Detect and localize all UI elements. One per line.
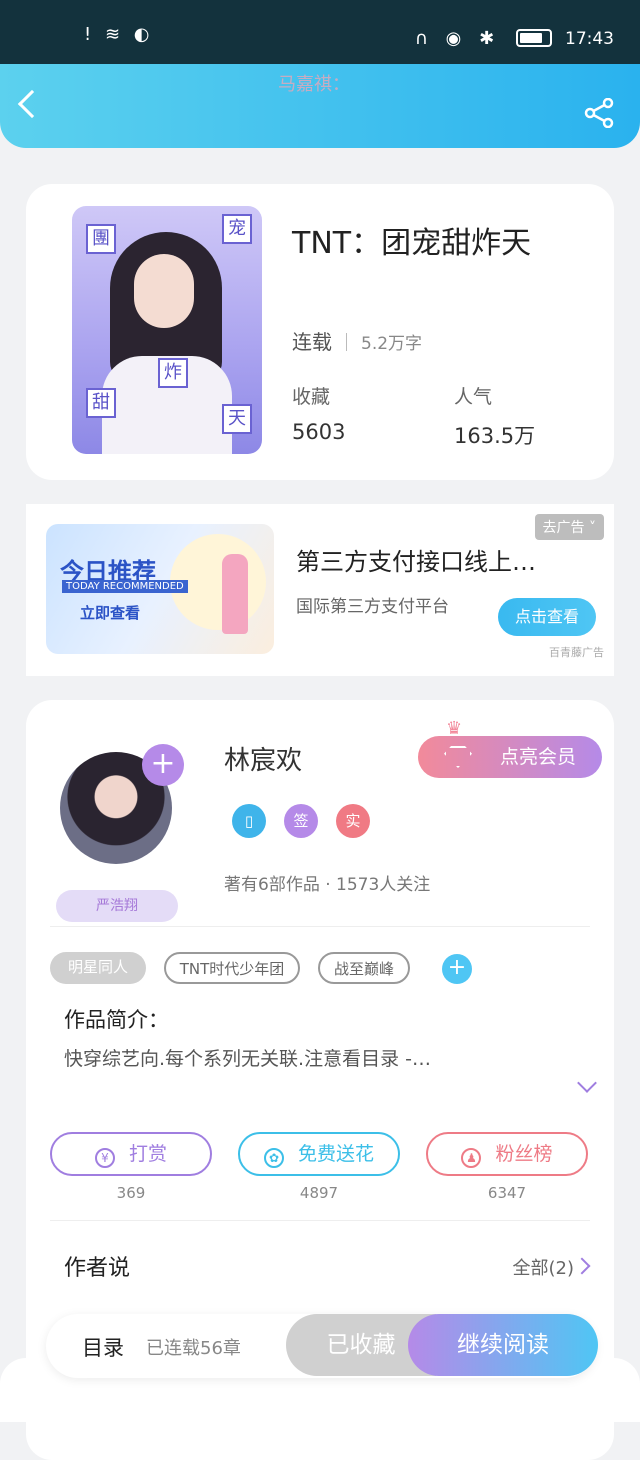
author-name[interactable]: 林宸欢 [224,740,302,777]
yen-icon: ¥ [94,1148,115,1168]
serial-status: 连载 [292,330,332,354]
author-works-info: 著有6部作品 · 1573人关注 [224,875,431,895]
ad-image[interactable]: 今日推荐 TODAY RECOMMENDED 立即查看 [46,524,274,654]
status-left-icons: ! ≋ ◐ [84,24,154,45]
tag-chip[interactable]: 明星同人 [50,952,146,984]
cover-tile: 宠 [222,214,252,244]
signed-badge: 签 [284,804,318,838]
ad-image-figure [222,554,248,634]
chevron-right-icon[interactable] [573,1257,591,1275]
ad-description: 国际第三方支付平台 [296,597,449,617]
book-cover[interactable]: 團 宠 甜 炸 天 [72,206,262,454]
fan-badge: 严浩翔 [56,890,178,922]
follow-plus-button[interactable]: + [142,744,184,786]
status-time: 17:43 [565,29,614,49]
remove-ad-button[interactable]: 去广告 ˅ [534,514,604,540]
divider [50,926,590,927]
nav-title: 马嘉祺： [278,74,350,95]
back-icon[interactable] [17,89,47,119]
ad-image-subtitle: TODAY RECOMMENDED [62,580,188,593]
author-says-all-link[interactable]: 全部(2) [513,1254,575,1280]
ad-title: 第三方支付接口线上… [296,548,536,576]
vip-button[interactable]: 点亮会员 [418,736,602,778]
ad-source: 百青藤广告 [549,646,604,659]
tip-count: 369 [116,1184,146,1202]
intro-heading: 作品简介： [64,1008,169,1032]
expand-chevron-icon[interactable] [577,1073,597,1093]
status-right-icons: ∩ ◉ ✱ [414,28,501,49]
popularity-value: 163.5万 [454,424,536,448]
tag-chip[interactable]: 战至巅峰 [318,952,410,984]
word-count: 5.2万字 [361,334,423,354]
cover-tile: 團 [86,224,116,254]
top-nav-bar: 马嘉祺： [0,64,640,148]
verified-badge: 实 [336,804,370,838]
cover-tile: 甜 [86,388,116,418]
add-tag-button[interactable]: + [442,954,472,984]
toc-button[interactable]: 目录 [82,1332,124,1362]
book-title: TNT：团宠甜炸天 [292,226,532,261]
popularity-label: 人气 [454,386,493,408]
cover-tile: 炸 [158,358,188,388]
intro-text: 快穿综艺向.每个系列无关联.注意看目录 -… [64,1048,431,1070]
divider [346,333,347,351]
flower-label: 免费送花 [297,1143,374,1165]
fan-rank-button[interactable]: ♟ 粉丝榜 [426,1132,588,1176]
user-heart-icon: ♟ [461,1148,482,1168]
tip-label: 打赏 [128,1143,167,1165]
favorites-label: 收藏 [292,386,331,408]
fan-rank-count: 6347 [487,1184,527,1202]
ad-banner[interactable]: 今日推荐 TODAY RECOMMENDED 立即查看 去广告 ˅ 第三方支付接… [26,504,614,676]
status-bar: ! ≋ ◐ ∩ ◉ ✱ 17:43 [0,0,640,64]
fan-rank-label: 粉丝榜 [495,1143,553,1165]
status-right: ∩ ◉ ✱ 17:43 [415,28,614,49]
chapter-count: 已连载56章 [146,1338,241,1359]
diamond-icon [444,746,472,768]
bottom-action-bar: 目录 已连载56章 已收藏 继续阅读 [46,1314,598,1378]
book-status-row: 连载 5.2万字 [292,326,422,355]
battery-icon [515,29,552,47]
cover-tile: 天 [222,404,252,434]
author-says-heading: 作者说 [64,1256,131,1281]
ad-image-cta: 立即查看 [80,604,141,622]
favorites-value: 5603 [292,420,346,444]
phone-badge-icon: ▯ [232,804,266,838]
vip-button-label: 点亮会员 [499,746,576,768]
cover-face [134,254,194,328]
send-flower-button[interactable]: ✿ 免费送花 [238,1132,400,1176]
tip-button[interactable]: ¥ 打赏 [50,1132,212,1176]
flower-icon: ✿ [263,1148,284,1168]
continue-reading-button[interactable]: 继续阅读 [408,1314,598,1376]
flower-count: 4897 [299,1184,339,1202]
book-info-card: 團 宠 甜 炸 天 TNT：团宠甜炸天 连载 5.2万字 收藏 5603 人气 1… [26,184,614,480]
divider [50,1220,590,1221]
share-icon[interactable] [584,98,614,128]
ad-view-button[interactable]: 点击查看 [498,598,596,636]
tag-chip[interactable]: TNT时代少年团 [164,952,300,984]
